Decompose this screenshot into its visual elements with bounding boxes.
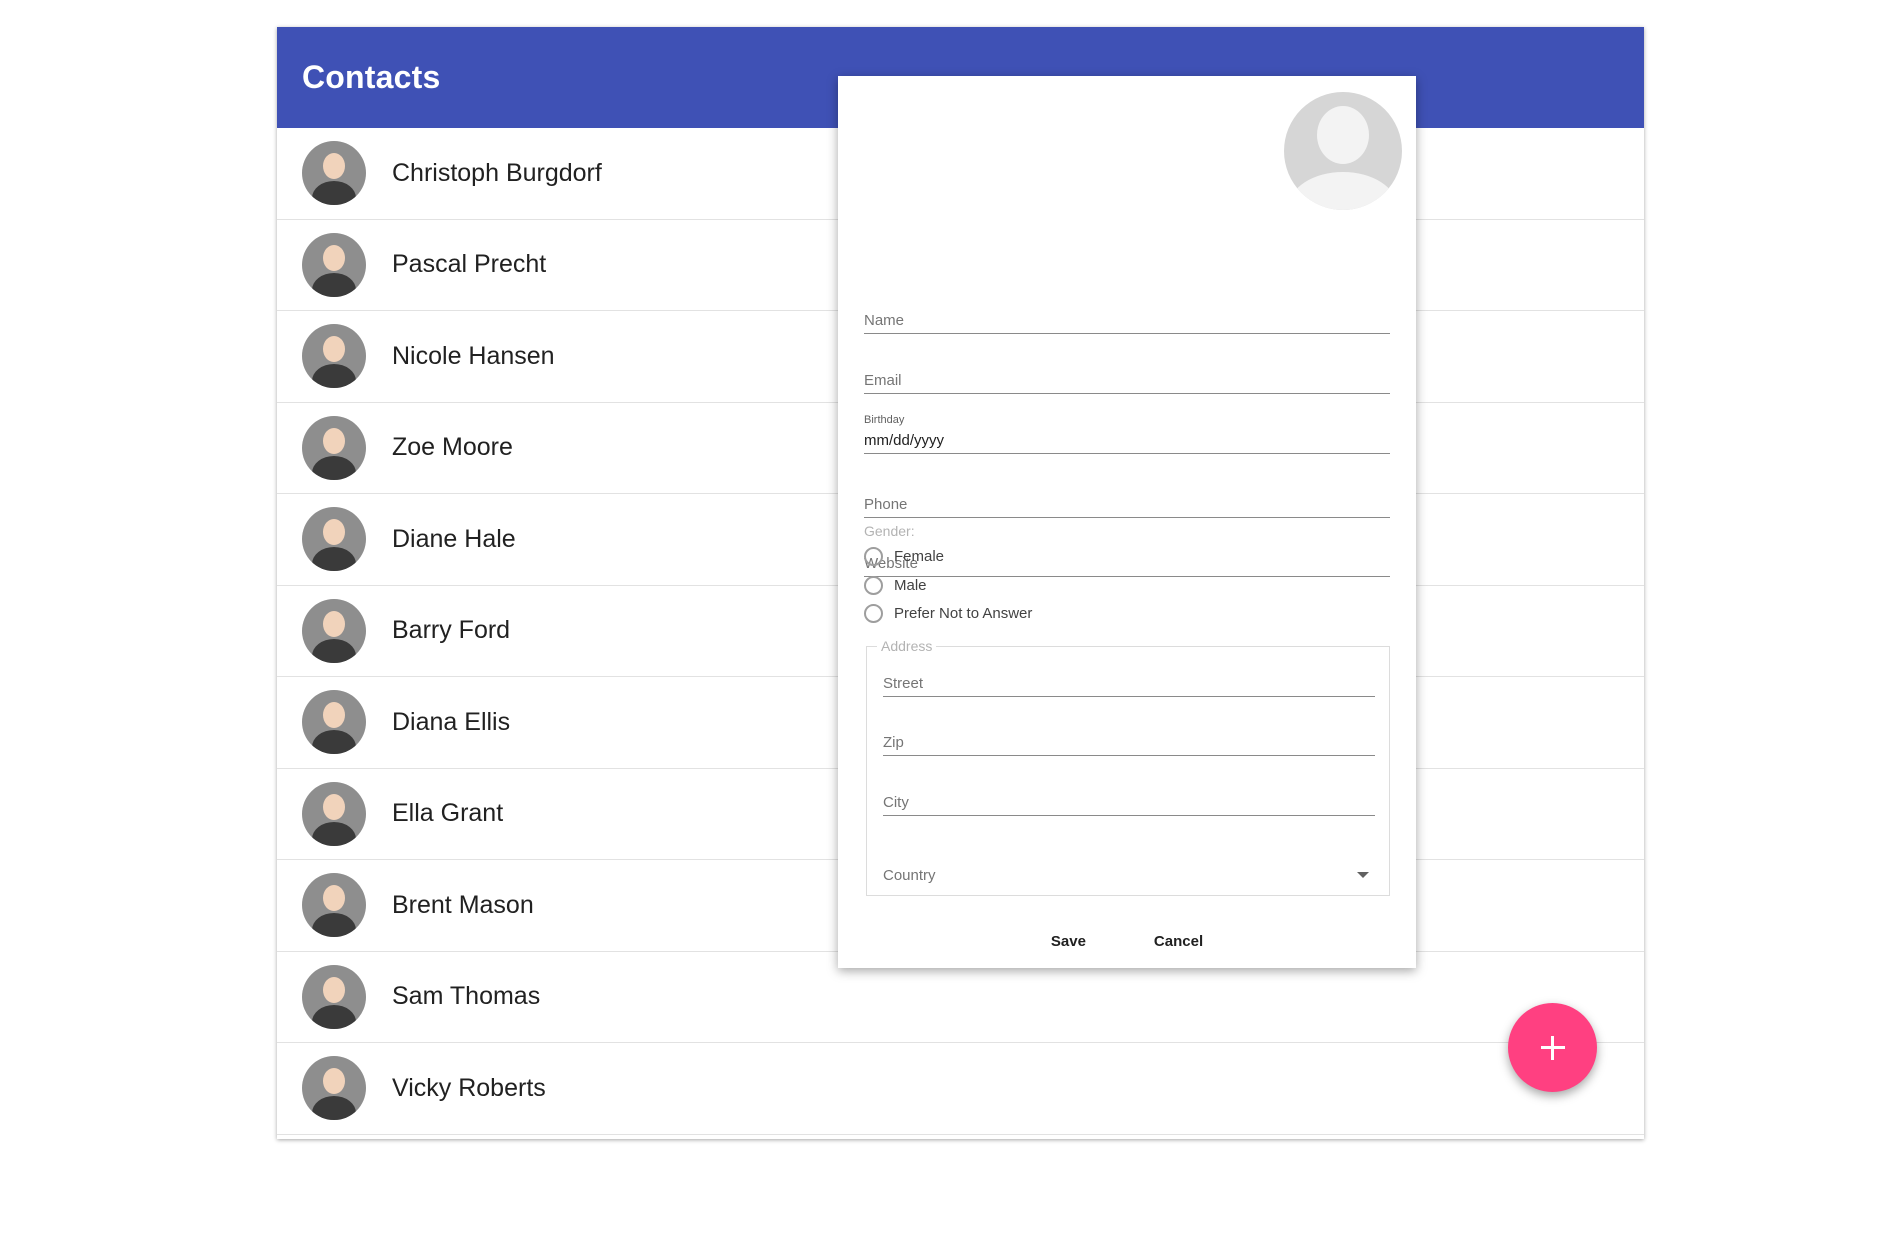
avatar: [302, 232, 366, 297]
contact-item[interactable]: Vicky Roberts: [277, 1043, 1644, 1135]
contact-editor-dialog: Birthday Gender: Female Male Prefer Not …: [838, 76, 1416, 968]
contact-name: Vicky Roberts: [392, 1073, 546, 1102]
birthday-field: [864, 432, 1390, 454]
radio-button[interactable]: [864, 576, 883, 595]
contact-name: Diana Ellis: [392, 707, 511, 736]
contact-name: Christoph Burgdorf: [392, 158, 602, 187]
phone-field: [864, 496, 1390, 518]
contact-name: Nicole Hansen: [392, 341, 555, 370]
save-button[interactable]: Save: [1041, 929, 1096, 954]
contact-name: Ella Grant: [392, 799, 504, 828]
avatar: [302, 324, 366, 389]
name-input[interactable]: [864, 312, 1390, 333]
country-select[interactable]: Country: [883, 863, 1375, 887]
phone-input[interactable]: [864, 496, 1390, 517]
radio-button[interactable]: [864, 547, 883, 566]
address-legend: Address: [877, 638, 937, 654]
radio-label: Prefer Not to Answer: [894, 605, 1033, 622]
avatar: [302, 415, 366, 480]
contact-name: Brent Mason: [392, 890, 534, 919]
email-field: [864, 372, 1390, 394]
radio-label: Female: [894, 548, 945, 565]
avatar: [302, 1056, 366, 1121]
name-field: [864, 312, 1390, 334]
cancel-button[interactable]: Cancel: [1144, 929, 1213, 954]
zip-input[interactable]: [883, 734, 1375, 755]
avatar: [302, 598, 366, 663]
avatar: [302, 964, 366, 1029]
email-input[interactable]: [864, 372, 1390, 393]
caret-down-icon: [1357, 872, 1369, 878]
person-avatar-icon[interactable]: [1284, 92, 1402, 210]
avatar: [302, 873, 366, 938]
street-field: [883, 675, 1375, 697]
gender-option-female[interactable]: Female: [864, 547, 944, 566]
gender-option-prefer-not[interactable]: Prefer Not to Answer: [864, 604, 1032, 623]
dialog-actions: Save Cancel: [838, 929, 1416, 954]
street-input[interactable]: [883, 675, 1375, 696]
avatar: [302, 141, 366, 206]
contact-name: Barry Ford: [392, 616, 511, 645]
avatar: [302, 690, 366, 755]
address-fieldset: Address Country: [866, 638, 1390, 896]
contact-name: Diane Hale: [392, 524, 516, 553]
gender-label: Gender:: [864, 523, 915, 539]
plus-icon: [1540, 1035, 1565, 1060]
page-title: Contacts: [302, 59, 441, 95]
contact-name: Zoe Moore: [392, 433, 513, 462]
birthday-label: Birthday: [864, 414, 905, 426]
gender-option-male[interactable]: Male: [864, 576, 927, 595]
contact-name: Pascal Precht: [392, 250, 547, 279]
radio-button[interactable]: [864, 604, 883, 623]
zip-field: [883, 734, 1375, 756]
birthday-input[interactable]: [864, 432, 1390, 453]
city-input[interactable]: [883, 794, 1375, 815]
avatar: [302, 781, 366, 846]
city-field: [883, 794, 1375, 816]
add-contact-button[interactable]: [1508, 1003, 1597, 1092]
country-placeholder: Country: [883, 866, 936, 884]
radio-label: Male: [894, 577, 927, 594]
contact-name: Sam Thomas: [392, 982, 541, 1011]
avatar: [302, 507, 366, 572]
